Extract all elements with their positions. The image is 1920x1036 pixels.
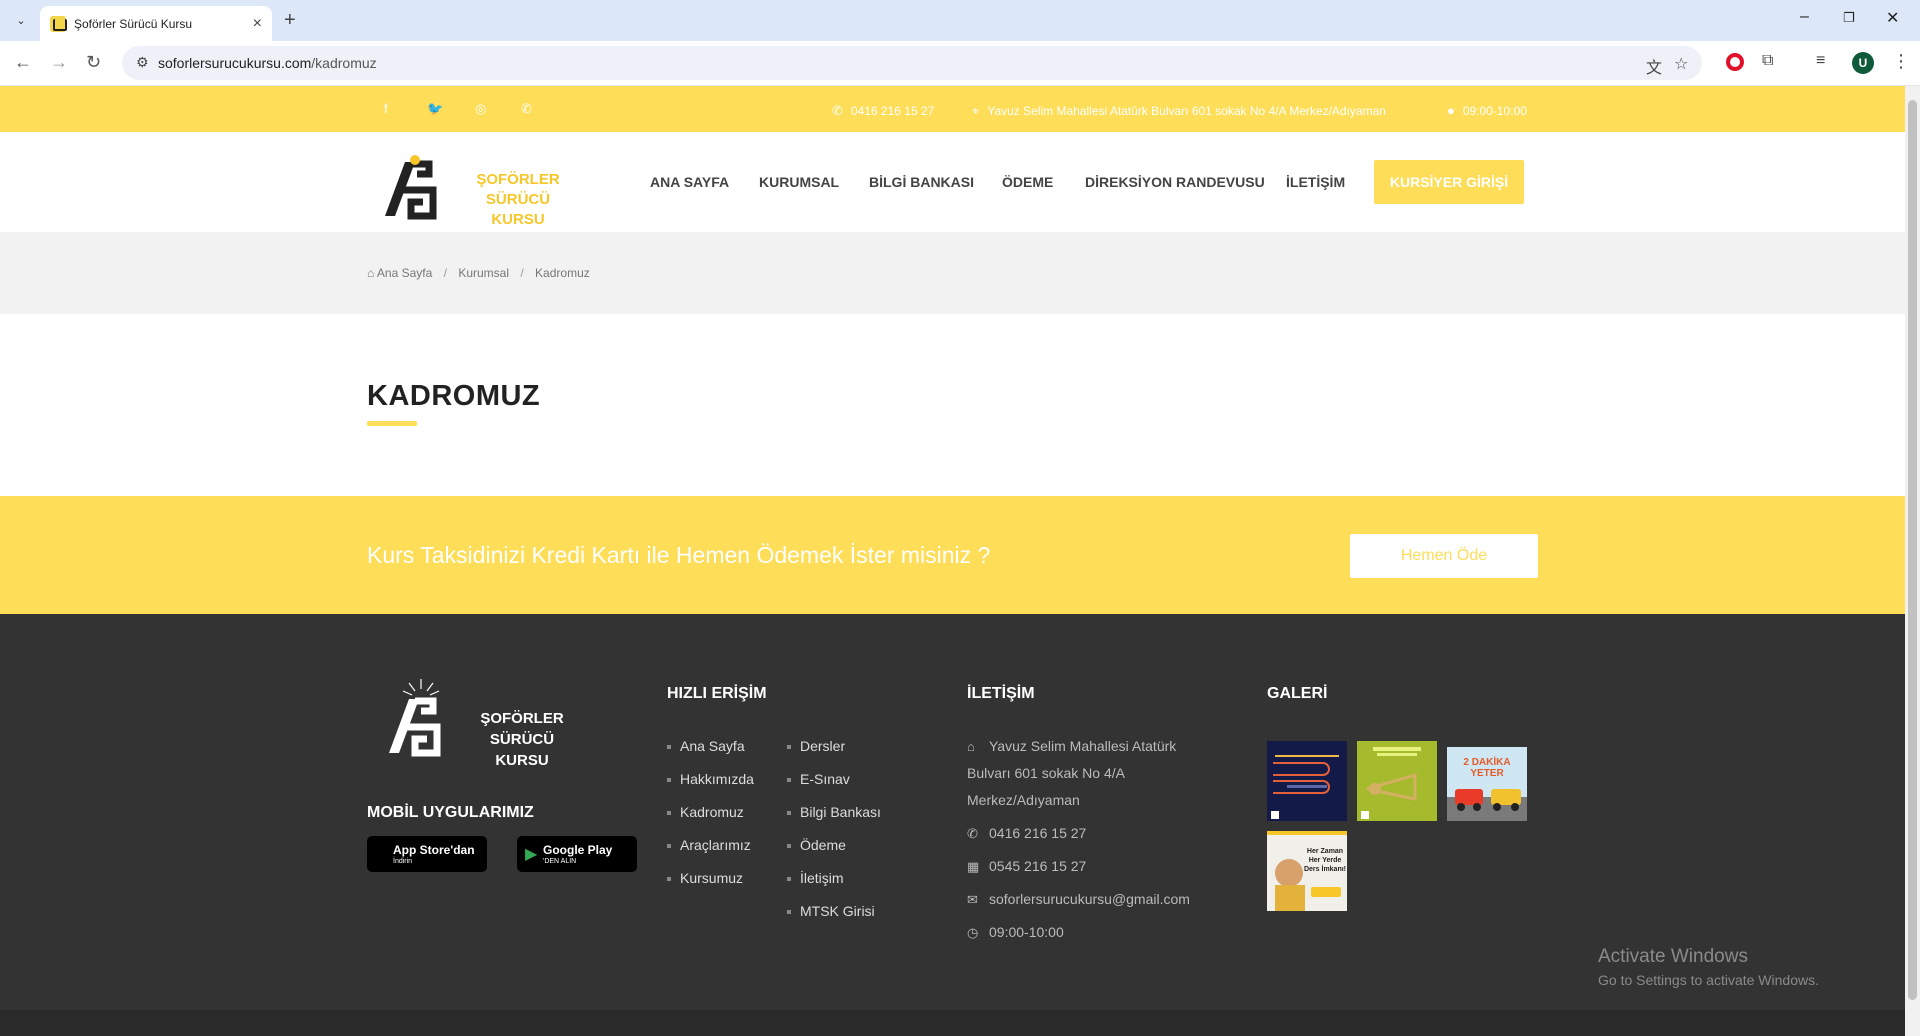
tab-search-icon[interactable]: ⌄ bbox=[10, 9, 32, 31]
windows-activation-subtitle: Go to Settings to activate Windows. bbox=[1598, 972, 1819, 988]
kursiyer-login-button[interactable]: KURSİYER GİRİŞİ bbox=[1374, 160, 1524, 204]
close-window-icon[interactable]: ✕ bbox=[1886, 8, 1899, 28]
menu-ana-sayfa[interactable]: ANA SAYFA bbox=[650, 174, 729, 190]
home-icon: ⌂ bbox=[967, 739, 975, 754]
reload-icon[interactable]: ↻ bbox=[86, 52, 101, 73]
tab-title: Şoförler Sürücü Kursu bbox=[74, 16, 193, 31]
quick-access-heading: HIZLI ERİŞİM bbox=[667, 685, 767, 702]
gallery-image-3[interactable]: 2 DAKİKA YETER bbox=[1447, 741, 1527, 821]
phone-icon: ✆ bbox=[832, 103, 843, 118]
opera-extension-icon[interactable] bbox=[1726, 53, 1744, 71]
footer-link-odeme[interactable]: Ödeme bbox=[787, 837, 846, 853]
gallery-image-2[interactable] bbox=[1357, 741, 1437, 821]
menu-direksiyon-randevusu[interactable]: DİREKSİYON RANDEVUSU bbox=[1085, 174, 1265, 190]
close-tab-icon[interactable]: × bbox=[253, 15, 262, 33]
footer-address-line3: Merkez/Adıyaman bbox=[967, 792, 1080, 808]
menu-bilgi-bankasi[interactable]: BİLGİ BANKASI bbox=[869, 174, 974, 190]
extensions-icon[interactable]: ⧉ bbox=[1762, 52, 1773, 70]
whatsapp-icon[interactable]: ✆ bbox=[521, 101, 532, 117]
footer-link-mtsk-girisi[interactable]: MTSK Girisi bbox=[787, 903, 875, 919]
app-store-button[interactable]: App Store'dan İndirin bbox=[367, 836, 487, 872]
browser-menu-icon[interactable]: ⋮ bbox=[1892, 51, 1910, 72]
footer-link-bilgi-bankasi[interactable]: Bilgi Bankası bbox=[787, 804, 881, 820]
translate-icon[interactable]: 文 bbox=[1646, 54, 1662, 78]
svg-text:Ders İmkanı!: Ders İmkanı! bbox=[1304, 865, 1346, 873]
footer-email[interactable]: ✉ soforlersurucukursu@gmail.com bbox=[967, 891, 1190, 908]
media-control-icon[interactable]: ≡ bbox=[1816, 52, 1825, 70]
minimize-icon[interactable]: – bbox=[1800, 8, 1809, 26]
svg-text:2 DAKİKA: 2 DAKİKA bbox=[1463, 755, 1510, 768]
footer-link-hakkimizda[interactable]: Hakkımızda bbox=[667, 771, 754, 787]
clock-icon: ◷ bbox=[967, 925, 979, 940]
breadcrumb-kurumsal[interactable]: Kurumsal bbox=[458, 266, 509, 280]
breadcrumb-current: Kadromuz bbox=[535, 266, 590, 280]
breadcrumb-bar bbox=[0, 232, 1905, 314]
svg-text:Her Yerde: Her Yerde bbox=[1309, 857, 1342, 864]
address-row: ← → ↻ ⚙ soforlersurucukursu.com/kadromuz… bbox=[0, 41, 1920, 86]
site-info-icon[interactable]: ⚙ bbox=[136, 54, 149, 71]
footer-phone[interactable]: ✆ 0416 216 15 27 bbox=[967, 825, 1086, 842]
twitter-icon[interactable]: 🐦 bbox=[427, 101, 443, 117]
menu-iletisim[interactable]: İLETİŞİM bbox=[1286, 174, 1345, 190]
footer-fax[interactable]: ▦ 0545 216 15 27 bbox=[967, 858, 1086, 875]
clock-icon: ● bbox=[1447, 103, 1455, 118]
pay-now-button[interactable]: Hemen Öde bbox=[1350, 534, 1538, 578]
gallery-image-4[interactable]: Her Zaman Her Yerde Ders İmkanı! bbox=[1267, 831, 1347, 911]
new-tab-icon[interactable]: + bbox=[284, 9, 296, 32]
mobile-apps-heading: MOBİL UYGULARIMIZ bbox=[367, 804, 534, 821]
footer-link-ana-sayfa[interactable]: Ana Sayfa bbox=[667, 738, 745, 754]
instagram-icon[interactable]: ◎ bbox=[475, 101, 486, 117]
breadcrumb-home[interactable]: Ana Sayfa bbox=[377, 266, 432, 280]
top-hours: ● 09:00-10:00 bbox=[1447, 103, 1527, 118]
svg-text:Her Zaman: Her Zaman bbox=[1307, 848, 1343, 855]
scrollbar-thumb[interactable] bbox=[1908, 100, 1917, 1000]
footer-link-iletisim[interactable]: İletişim bbox=[787, 870, 844, 886]
footer-address: ⌂ Yavuz Selim Mahallesi Atatürk bbox=[967, 738, 1177, 754]
google-play-icon: ▶ bbox=[525, 846, 538, 863]
browser-tab-bar: ⌄ Şoförler Sürücü Kursu × + – ❐ ✕ bbox=[0, 0, 1920, 41]
envelope-icon: ✉ bbox=[967, 892, 978, 907]
menu-odeme[interactable]: ÖDEME bbox=[1002, 174, 1053, 190]
site-logo-text[interactable]: ŞOFÖRLER SÜRÜCÜ KURSU bbox=[448, 170, 588, 230]
gallery-image-1[interactable] bbox=[1267, 741, 1347, 821]
map-pin-icon: ⌖ bbox=[972, 103, 980, 118]
footer-hours: ◷ 09:00-10:00 bbox=[967, 924, 1064, 940]
windows-activation-title: Activate Windows bbox=[1598, 946, 1748, 967]
footer-link-araclarimiz[interactable]: Araçlarımız bbox=[667, 837, 751, 853]
fax-icon: ▦ bbox=[967, 859, 980, 874]
back-icon[interactable]: ← bbox=[14, 52, 32, 73]
footer-link-kadromuz[interactable]: Kadromuz bbox=[667, 804, 744, 820]
svg-text:YETER: YETER bbox=[1470, 768, 1504, 779]
footer-link-kursumuz[interactable]: Kursumuz bbox=[667, 870, 743, 886]
site-logo-icon[interactable] bbox=[381, 150, 451, 220]
top-info-bar bbox=[0, 86, 1905, 132]
footer-address-line2: Bulvarı 601 sokak No 4/A bbox=[967, 765, 1125, 781]
menu-kurumsal[interactable]: KURUMSAL bbox=[759, 174, 839, 190]
footer-link-e-sinav[interactable]: E-Sınav bbox=[787, 771, 850, 787]
bookmark-star-icon[interactable]: ☆ bbox=[1674, 54, 1688, 74]
gallery-heading: GALERİ bbox=[1267, 685, 1328, 702]
top-phone[interactable]: ✆ 0416 216 15 27 bbox=[832, 103, 934, 119]
url-text: soforlersurucukursu.com/kadromuz bbox=[158, 55, 377, 71]
address-bar[interactable]: ⚙ soforlersurucukursu.com/kadromuz 文 ☆ bbox=[122, 46, 1702, 80]
google-play-button[interactable]: ▶ Google Play 'DEN ALIN bbox=[517, 836, 637, 872]
page-title: KADROMUZ bbox=[367, 380, 541, 412]
breadcrumb: ⌂ Ana Sayfa / Kurumsal / Kadromuz bbox=[367, 266, 590, 280]
home-icon: ⌂ bbox=[367, 266, 375, 280]
profile-avatar[interactable]: U bbox=[1852, 52, 1874, 74]
top-address: ⌖ Yavuz Selim Mahallesi Atatürk Bulvarı … bbox=[972, 103, 1386, 118]
phone-icon: ✆ bbox=[967, 826, 978, 841]
forward-icon[interactable]: → bbox=[50, 52, 68, 73]
browser-tab[interactable]: Şoförler Sürücü Kursu × bbox=[40, 6, 272, 41]
restore-icon[interactable]: ❐ bbox=[1843, 10, 1855, 26]
footer-logo-icon[interactable] bbox=[385, 677, 455, 757]
footer-logo-text[interactable]: ŞOFÖRLER SÜRÜCÜ KURSU bbox=[452, 708, 592, 771]
title-underline bbox=[367, 421, 417, 426]
footer-link-dersler[interactable]: Dersler bbox=[787, 738, 845, 754]
facebook-icon[interactable]: f bbox=[384, 101, 388, 116]
footer-bottom-bar bbox=[0, 1010, 1905, 1036]
contact-heading: İLETİŞİM bbox=[967, 685, 1035, 702]
site-favicon-icon bbox=[50, 15, 67, 32]
cta-text: Kurs Taksidinizi Kredi Kartı ile Hemen Ö… bbox=[367, 542, 991, 568]
